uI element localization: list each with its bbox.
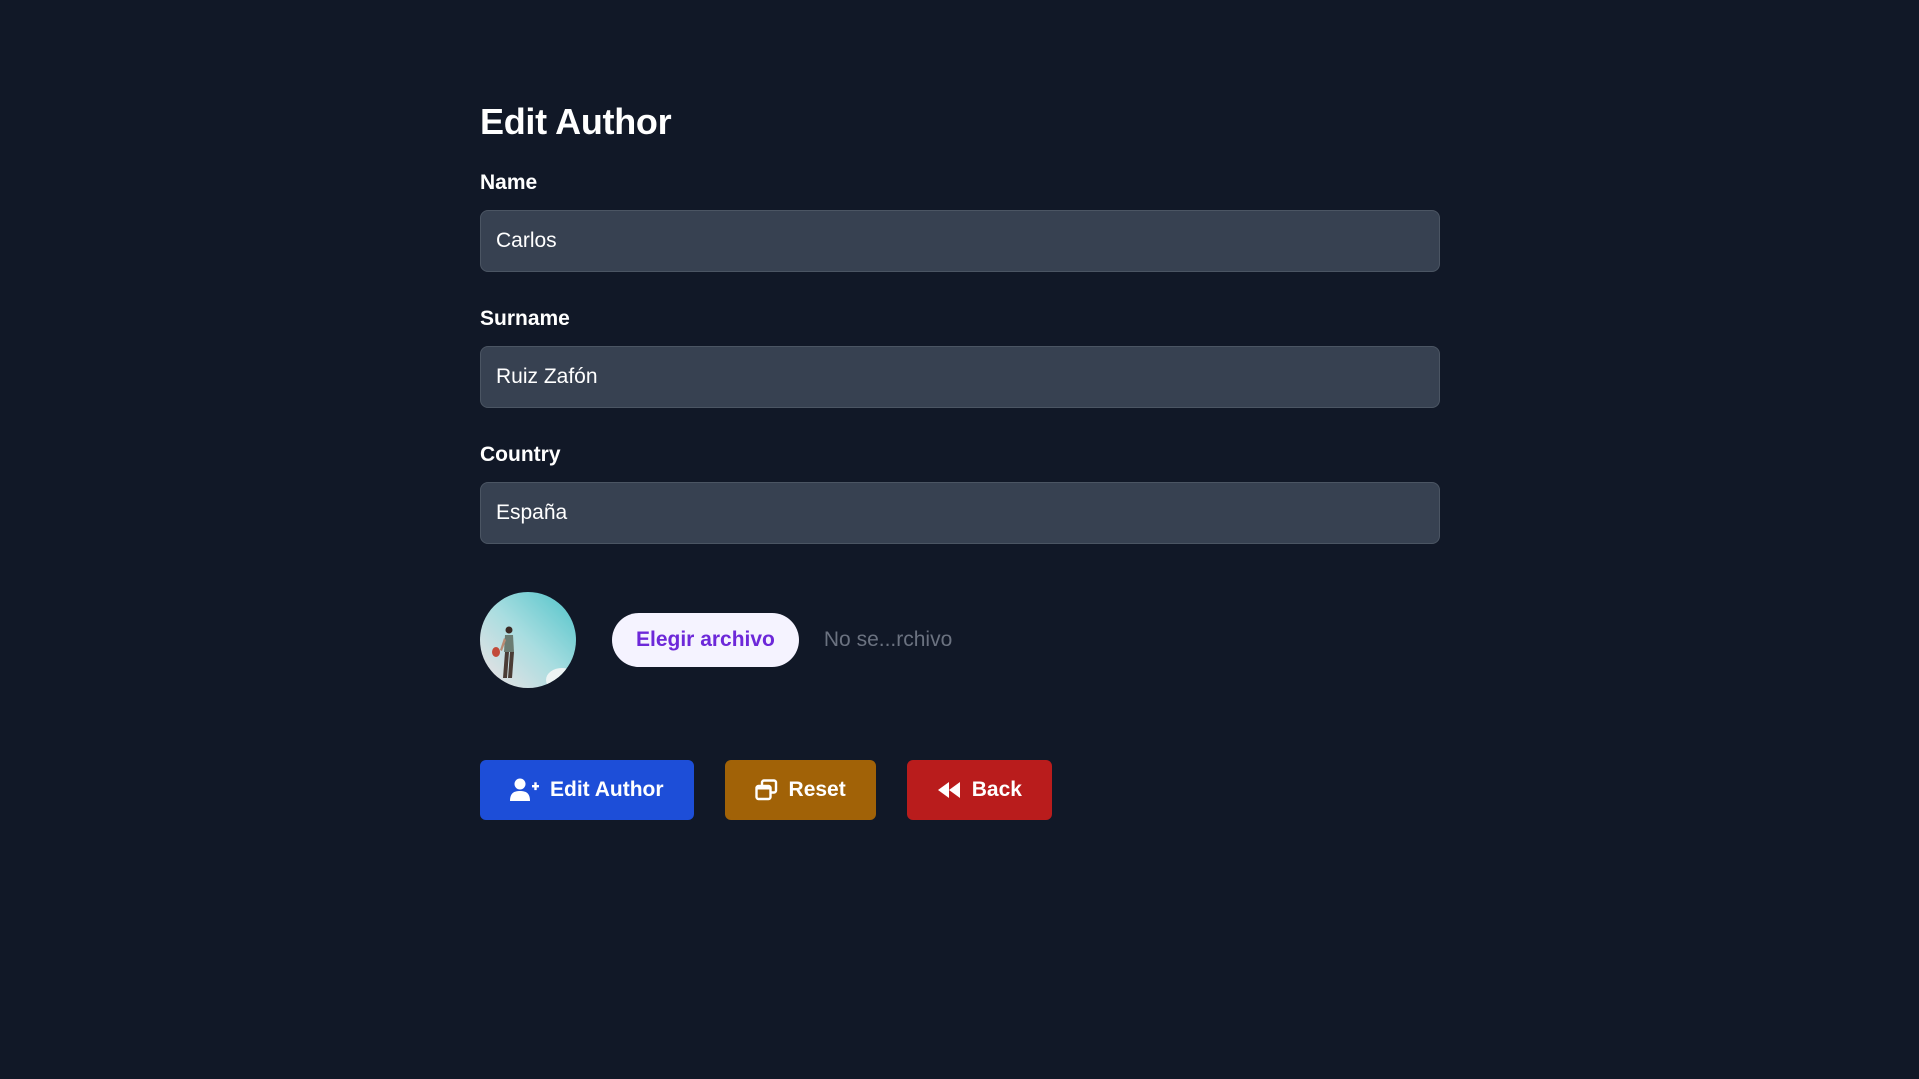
name-label: Name [480,171,538,194]
photo-upload-row: Elegir archivo No se...rchivo [480,592,1440,688]
surname-input[interactable] [480,346,1440,408]
back-label: Back [971,778,1022,801]
name-field-group: Name [480,170,1440,272]
surname-label: Surname [480,307,570,330]
user-plus-icon [510,778,539,802]
country-label: Country [480,443,561,466]
back-button[interactable]: Back [906,760,1052,820]
file-status-text: No se...rchivo [823,628,953,651]
window-restore-icon [754,779,778,801]
choose-file-button[interactable]: Elegir archivo [612,613,799,667]
surname-field-group: Surname [480,306,1440,408]
page-title: Edit Author [480,101,672,142]
edit-author-form: Edit Author Name Surname Country [480,96,1440,820]
backward-icon [937,781,961,799]
edit-author-label: Edit Author [550,778,664,801]
country-field-group: Country [480,442,1440,544]
form-actions: Edit Author Reset Back [480,760,1440,820]
author-photo-icon [480,592,576,688]
avatar [480,592,576,688]
edit-author-button[interactable]: Edit Author [480,760,694,820]
reset-label: Reset [788,778,846,801]
name-input[interactable] [480,210,1440,272]
reset-button[interactable]: Reset [724,760,876,820]
country-input[interactable] [480,482,1440,544]
